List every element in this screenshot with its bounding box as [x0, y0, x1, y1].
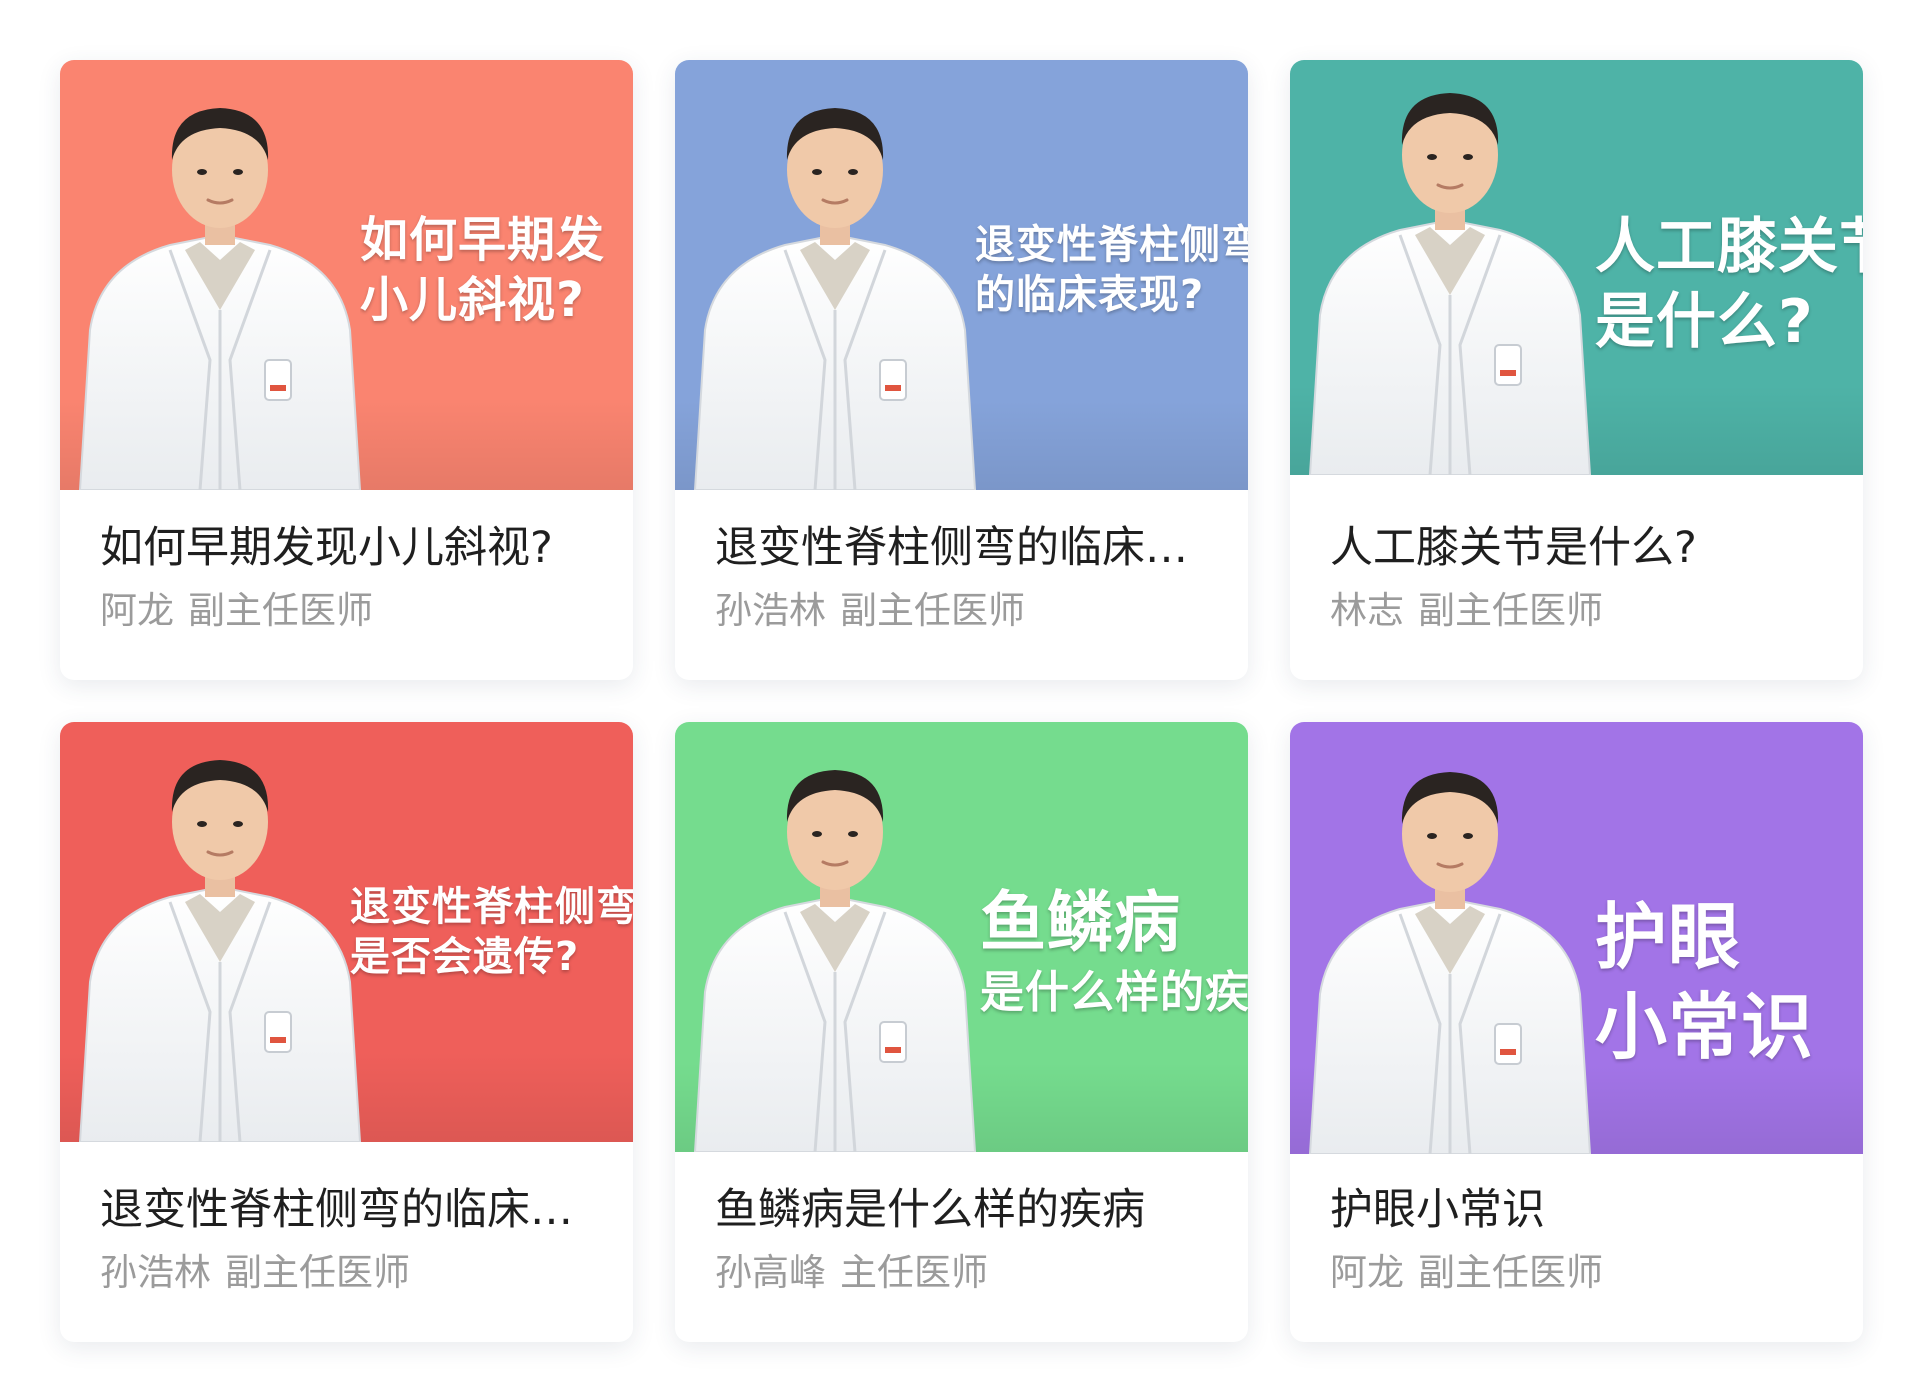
doctor-name: 林志 — [1330, 589, 1404, 632]
card-info: 护眼小常识 阿龙 副主任医师 — [1290, 1154, 1863, 1298]
thumbnail-caption-line1: 如何早期发 — [360, 212, 606, 268]
video-card[interactable]: 护眼 小常识 护眼小常识 阿龙 副主任医师 — [1290, 722, 1863, 1342]
doctor-portrait-image — [675, 722, 995, 1152]
thumbnail-caption: 退变性脊柱侧弯 是否会遗传? — [350, 882, 633, 982]
video-title[interactable]: 退变性脊柱侧弯的临床表现? — [100, 1182, 593, 1238]
doctor-title: 副主任医师 — [840, 589, 1025, 632]
video-thumbnail[interactable]: 退变性脊柱侧弯 是否会遗传? — [60, 722, 633, 1142]
video-card[interactable]: 退变性脊柱侧弯 的临床表现? 退变性脊柱侧弯的临床表现? 孙浩林 副主任医师 — [675, 60, 1248, 680]
doctor-title: 主任医师 — [840, 1251, 988, 1294]
thumbnail-caption-line1: 退变性脊柱侧弯 — [975, 222, 1248, 268]
video-title[interactable]: 鱼鳞病是什么样的疾病 — [715, 1182, 1208, 1238]
doctor-portrait-image — [60, 722, 380, 1142]
video-thumbnail[interactable]: 鱼鳞病 是什么样的疾病 — [675, 722, 1248, 1152]
video-title[interactable]: 人工膝关节是什么? — [1330, 520, 1823, 576]
video-card[interactable]: 如何早期发 小儿斜视? 如何早期发现小儿斜视? 阿龙 副主任医师 — [60, 60, 633, 680]
doctor-portrait-image — [1290, 60, 1610, 475]
video-thumbnail[interactable]: 护眼 小常识 — [1290, 722, 1863, 1154]
doctor-byline: 阿龙 副主任医师 — [1330, 1248, 1823, 1298]
doctor-byline: 阿龙 副主任医师 — [100, 586, 593, 636]
doctor-name: 孙高峰 — [715, 1251, 826, 1294]
thumbnail-caption-line1: 鱼鳞病 — [980, 884, 1181, 961]
page: 如何早期发 小儿斜视? 如何早期发现小儿斜视? 阿龙 副主任医师 退变性脊柱侧弯… — [0, 0, 1920, 1398]
doctor-portrait-image — [60, 60, 380, 490]
doctor-name: 阿龙 — [1330, 1251, 1404, 1294]
video-thumbnail[interactable]: 如何早期发 小儿斜视? — [60, 60, 633, 490]
video-title[interactable]: 护眼小常识 — [1330, 1182, 1823, 1238]
video-card[interactable]: 鱼鳞病 是什么样的疾病 鱼鳞病是什么样的疾病 孙高峰主任医师 — [675, 722, 1248, 1342]
thumbnail-caption-line1: 退变性脊柱侧弯 — [350, 884, 633, 930]
doctor-title: 副主任医师 — [225, 1251, 410, 1294]
video-card-grid: 如何早期发 小儿斜视? 如何早期发现小儿斜视? 阿龙 副主任医师 退变性脊柱侧弯… — [60, 60, 1863, 1342]
thumbnail-caption-line2: 是否会遗传? — [350, 934, 580, 980]
video-title[interactable]: 退变性脊柱侧弯的临床表现? — [715, 520, 1208, 576]
thumbnail-caption-line2: 是什么? — [1595, 287, 1814, 357]
doctor-byline: 孙浩林 副主任医师 — [715, 586, 1208, 636]
thumbnail-caption-line1: 护眼 — [1595, 895, 1742, 979]
doctor-name: 孙浩林 — [100, 1251, 211, 1294]
video-thumbnail[interactable]: 人工膝关节 是什么? — [1290, 60, 1863, 475]
thumbnail-caption-line2: 小儿斜视? — [360, 272, 585, 328]
doctor-byline: 林志 副主任医师 — [1330, 586, 1823, 636]
doctor-title: 副主任医师 — [188, 589, 373, 632]
card-info: 如何早期发现小儿斜视? 阿龙 副主任医师 — [60, 490, 633, 636]
doctor-title: 副主任医师 — [1418, 1251, 1603, 1294]
doctor-name: 阿龙 — [100, 589, 174, 632]
doctor-portrait-image — [1290, 724, 1610, 1154]
thumbnail-caption-line1: 人工膝关节 — [1595, 212, 1863, 282]
doctor-name: 孙浩林 — [715, 589, 826, 632]
video-thumbnail[interactable]: 退变性脊柱侧弯 的临床表现? — [675, 60, 1248, 490]
thumbnail-caption: 如何早期发 小儿斜视? — [360, 210, 633, 330]
thumbnail-caption-line2: 是什么样的疾病 — [980, 966, 1248, 1018]
card-info: 鱼鳞病是什么样的疾病 孙高峰 主任医师 — [675, 1152, 1248, 1298]
thumbnail-caption: 护眼 小常识 — [1595, 892, 1863, 1072]
thumbnail-caption: 退变性脊柱侧弯 的临床表现? — [975, 220, 1248, 320]
doctor-byline: 孙高峰 主任医师 — [715, 1248, 1208, 1298]
card-info: 退变性脊柱侧弯的临床表现? 孙浩林 副主任医师 — [60, 1142, 633, 1298]
video-card[interactable]: 人工膝关节 是什么? 人工膝关节是什么? 林志副主任医师 — [1290, 60, 1863, 680]
card-info: 人工膝关节是什么? 林志 副主任医师 — [1290, 475, 1863, 636]
doctor-title: 副主任医师 — [1418, 589, 1603, 632]
thumbnail-caption-line2: 的临床表现? — [975, 272, 1205, 318]
video-title[interactable]: 如何早期发现小儿斜视? — [100, 520, 593, 576]
thumbnail-caption: 鱼鳞病 是什么样的疾病 — [980, 882, 1248, 1020]
doctor-portrait-image — [675, 60, 995, 490]
doctor-byline: 孙浩林 副主任医师 — [100, 1248, 593, 1298]
video-card[interactable]: 退变性脊柱侧弯 是否会遗传? 退变性脊柱侧弯的临床表现? 孙浩林 副主任医师 — [60, 722, 633, 1342]
thumbnail-caption-line2: 小常识 — [1595, 985, 1815, 1069]
card-info: 退变性脊柱侧弯的临床表现? 孙浩林 副主任医师 — [675, 490, 1248, 636]
thumbnail-caption: 人工膝关节 是什么? — [1595, 210, 1863, 360]
